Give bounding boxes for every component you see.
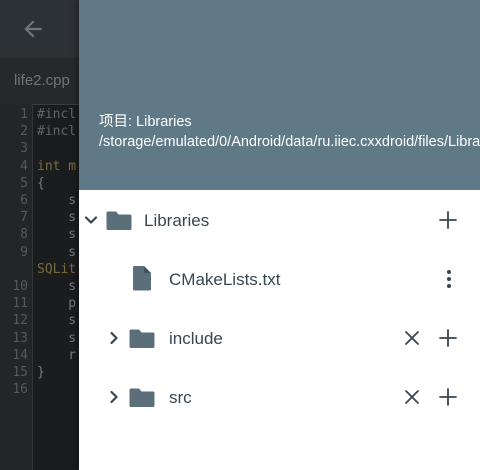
project-drawer: 项目: Libraries/storage/emulated/0/Android… [79,0,480,470]
line-number: 15 [12,365,28,380]
project-label: 项目: Libraries [99,114,192,130]
tab-life2-cpp[interactable]: life2.cpp [14,72,70,89]
folder-icon [129,327,155,349]
line-number: 2 [20,124,28,140]
tree-item-label: src [169,388,192,407]
code-text: r [37,347,77,363]
line-number: 5 [20,175,28,191]
line-number: 11 [12,296,28,312]
add-icon[interactable] [437,386,459,408]
close-icon[interactable] [401,327,423,349]
tree-item-label: include [169,329,223,348]
more-vert-icon[interactable] [438,268,460,290]
code-text: #incl [37,107,77,122]
chevron-down-icon[interactable] [83,212,99,228]
line-number: 10 [12,279,28,294]
code-text: { [37,175,45,191]
line-number: 1 [20,107,28,122]
add-icon[interactable] [437,327,459,349]
code-text: s [37,193,77,208]
tree-row-cmakelists[interactable]: CMakeLists.txt [79,249,480,308]
line-number: 12 [12,313,28,329]
back-arrow-icon[interactable] [20,16,46,42]
code-text: s [37,210,77,226]
tree-item-label: CMakeLists.txt [169,270,281,289]
line-number: 9 [20,244,28,260]
code-text: s [37,313,77,329]
chevron-right-icon[interactable] [106,389,122,405]
folder-icon [106,209,132,231]
tree-row-libraries[interactable]: Libraries [79,190,480,249]
code-text: #incl [37,124,77,140]
project-path: /storage/emulated/0/Android/data/ru.iiec… [99,133,480,150]
line-number: 8 [20,227,28,243]
file-icon [132,265,152,291]
line-number: 13 [12,330,28,346]
code-text: } [37,365,45,380]
drawer-header: 项目: Libraries/storage/emulated/0/Android… [79,0,480,190]
code-text: s [37,227,77,243]
tree-item-label: Libraries [144,211,210,230]
add-icon[interactable] [437,209,459,231]
line-number: 16 [12,382,28,398]
line-number: 4 [20,158,28,174]
project-info: 项目: Libraries/storage/emulated/0/Android… [99,113,480,152]
close-icon[interactable] [401,386,423,408]
folder-icon [129,386,155,408]
file-tree: Libraries CMakeLists.txt include src [79,190,480,470]
code-text: p [37,296,77,312]
code-text: s [37,330,77,346]
line-number: 3 [20,141,28,157]
code-text: s [37,244,77,260]
code-text: s [37,279,77,294]
line-number: 6 [20,193,28,208]
tree-row-include[interactable]: include [79,308,480,367]
code-text: SQLit [37,261,77,277]
code-text: int m [37,158,77,174]
chevron-right-icon[interactable] [106,330,122,346]
line-number: 7 [20,210,28,226]
line-number: 14 [12,347,28,363]
tree-row-src[interactable]: src [79,367,480,426]
